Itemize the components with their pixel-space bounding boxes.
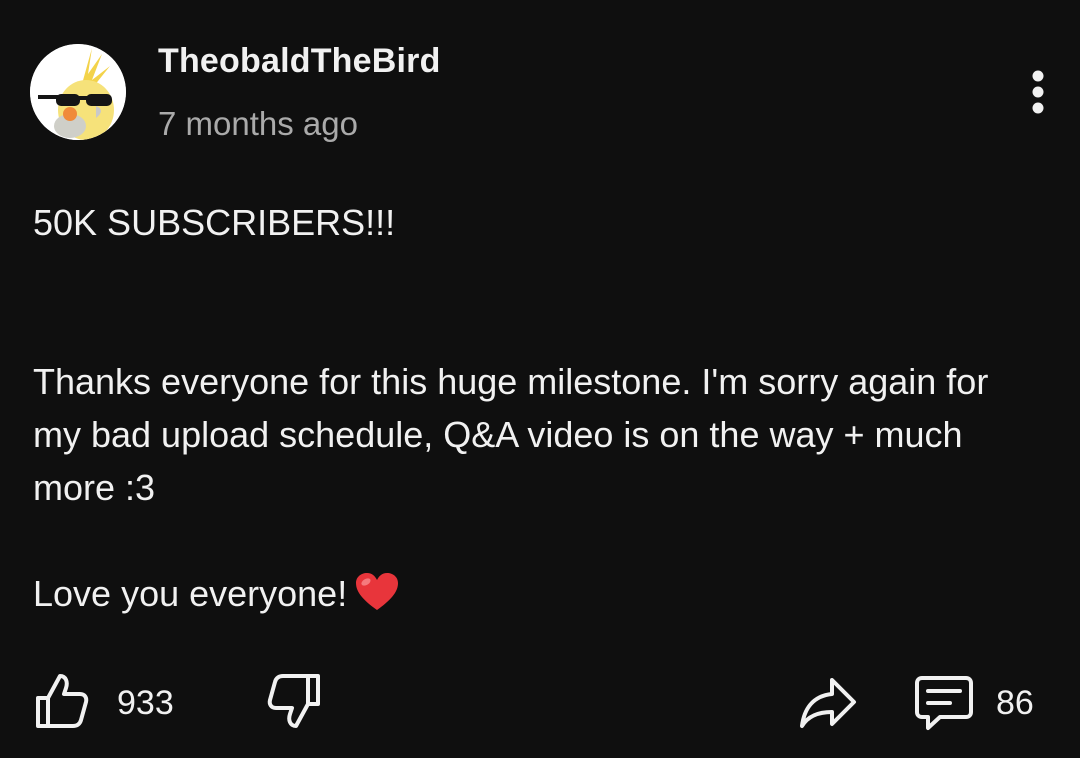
community-post: TheobaldTheBird 7 months ago 50K SUBSCRI…	[0, 0, 1080, 758]
post-paragraph: Thanks everyone for this huge milestone.…	[33, 361, 999, 508]
channel-name[interactable]: TheobaldTheBird	[158, 42, 441, 81]
dislike-button[interactable]	[266, 672, 322, 730]
more-options-button[interactable]	[1010, 62, 1066, 122]
like-count: 933	[117, 684, 174, 722]
post-timestamp[interactable]: 7 months ago	[158, 105, 358, 143]
like-button[interactable]	[34, 672, 90, 730]
red-heart-emoji-icon	[355, 572, 399, 626]
share-arrow-icon	[800, 678, 856, 728]
comment-bubble-icon	[915, 676, 973, 730]
channel-avatar[interactable]	[30, 44, 126, 140]
cockatiel-with-sunglasses-icon	[30, 44, 126, 140]
share-button[interactable]	[798, 672, 858, 730]
comments-button[interactable]	[914, 672, 974, 732]
post-closing-text: Love you everyone!	[33, 573, 348, 614]
post-closing-line: Love you everyone!	[33, 567, 1043, 626]
more-vertical-icon	[1032, 70, 1044, 114]
thumbs-up-icon	[36, 674, 89, 728]
post-headline: 50K SUBSCRIBERS!!!	[33, 202, 396, 243]
thumbs-down-icon	[267, 674, 320, 728]
comment-count: 86	[996, 684, 1034, 722]
post-body: 50K SUBSCRIBERS!!! Thanks everyone for t…	[33, 196, 1043, 626]
